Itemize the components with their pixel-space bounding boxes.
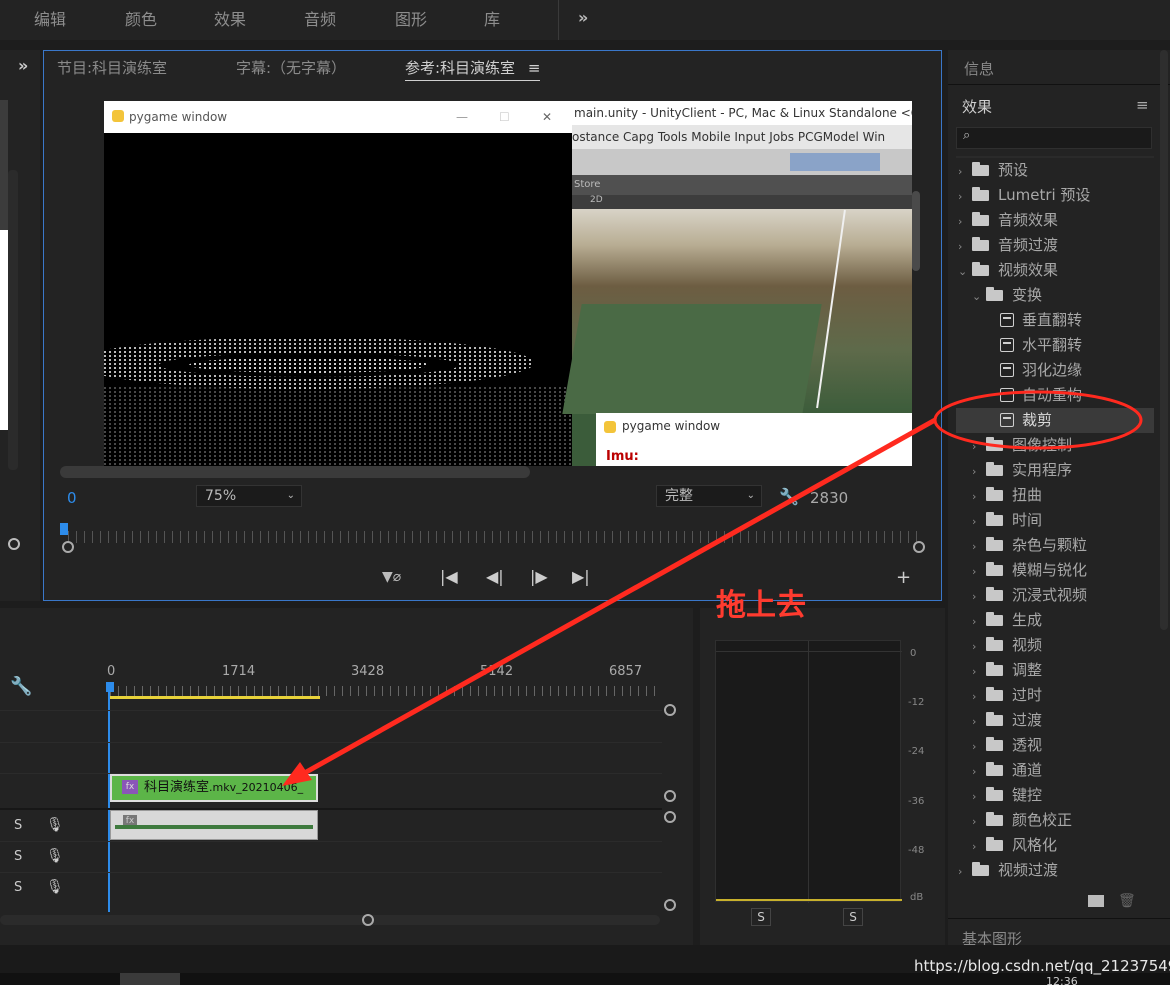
annotation-arrowhead	[282, 762, 312, 786]
annotation-arrow-line	[290, 417, 937, 783]
annotation-overlay	[282, 390, 1143, 786]
annotation-circle	[933, 390, 1143, 450]
annotation-text: 拖上去	[716, 588, 806, 623]
